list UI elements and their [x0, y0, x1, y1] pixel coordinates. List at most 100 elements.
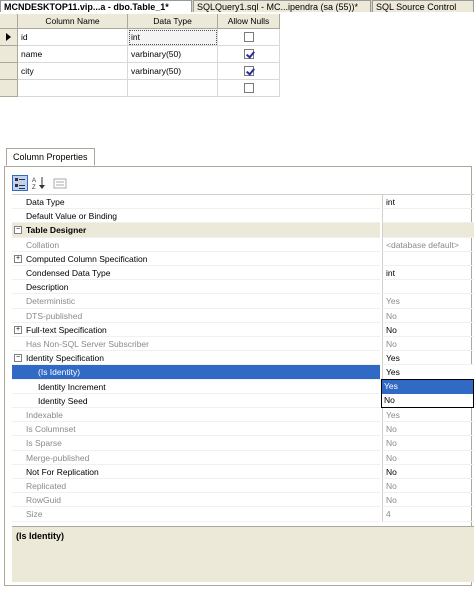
sort-az-icon: A Z	[32, 177, 45, 191]
property-value: No	[382, 422, 474, 437]
property-pages-button[interactable]	[52, 175, 68, 191]
property-row[interactable]: Has Non-SQL Server Subscriber No	[12, 337, 474, 352]
property-row[interactable]: − Table Designer	[12, 223, 474, 238]
row-selector[interactable]	[0, 29, 18, 46]
property-value[interactable]	[382, 209, 474, 224]
property-value: Yes	[382, 294, 474, 309]
allow-nulls-header: Allow Nulls	[218, 14, 280, 29]
property-row[interactable]: Data Type int	[12, 195, 474, 210]
property-name-label: Replicated	[26, 481, 67, 491]
collapse-icon[interactable]: −	[14, 354, 22, 363]
property-value: No	[382, 479, 474, 494]
property-row[interactable]: DTS-published No	[12, 308, 474, 323]
property-name-label: Identity Increment	[38, 381, 106, 392]
allow-nulls-cell[interactable]	[218, 29, 280, 46]
property-row[interactable]: − Identity Specification Yes	[12, 351, 474, 366]
data-type-cell[interactable]: int	[128, 29, 218, 46]
tab-sql-query[interactable]: SQLQuery1.sql - MC...ipendra (sa (55))*	[193, 0, 371, 12]
property-row[interactable]: Indexable Yes	[12, 408, 474, 423]
dropdown-option-yes[interactable]: Yes	[382, 380, 473, 394]
row-selector[interactable]	[0, 63, 18, 80]
property-row[interactable]: Default Value or Binding	[12, 209, 474, 224]
property-name-label: Condensed Data Type	[26, 268, 111, 278]
column-name-cell[interactable]: name	[18, 46, 128, 63]
table-row[interactable]: name varbinary(50)	[0, 46, 280, 63]
property-value[interactable]: No	[382, 464, 474, 479]
property-name-label: Identity Specification	[26, 353, 104, 364]
property-name: Indexable	[12, 408, 380, 423]
data-type-cell[interactable]: varbinary(50)	[128, 63, 218, 80]
property-value[interactable]	[382, 251, 474, 266]
property-name-label: Description	[26, 282, 69, 293]
property-name: − Table Designer	[12, 223, 380, 238]
allow-nulls-checkbox[interactable]	[243, 32, 254, 42]
allow-nulls-checkbox[interactable]	[243, 66, 254, 76]
property-row[interactable]: Description	[12, 280, 474, 295]
property-row[interactable]: Merge-published No	[12, 450, 474, 465]
property-value[interactable]	[382, 280, 474, 295]
property-row[interactable]: Replicated No	[12, 479, 474, 494]
property-name: Has Non-SQL Server Subscriber	[12, 337, 380, 352]
allow-nulls-cell[interactable]	[218, 46, 280, 63]
property-value: <database default>	[382, 237, 474, 252]
property-value[interactable]: No	[382, 322, 474, 337]
property-value: Yes	[382, 408, 474, 423]
categorized-icon	[15, 178, 25, 189]
property-value[interactable]: Yes	[382, 351, 474, 366]
property-name-label: Size	[26, 509, 43, 520]
table-row-new[interactable]	[0, 80, 280, 97]
column-name-cell[interactable]: id	[18, 29, 128, 46]
property-value[interactable]: Yes	[382, 365, 474, 380]
document-tab-strip: MCNDESKTOP11.vip...a - dbo.Table_1* SQLQ…	[0, 0, 474, 12]
column-name-cell[interactable]: city	[18, 63, 128, 80]
property-name: Merge-published	[12, 451, 380, 465]
column-name-header: Column Name	[18, 14, 128, 29]
property-name-label: Computed Column Specification	[26, 253, 148, 264]
property-value[interactable]: int	[382, 266, 474, 281]
property-name: Is Sparse	[12, 436, 380, 451]
allow-nulls-checkbox[interactable]	[243, 49, 254, 59]
collapse-icon[interactable]: −	[14, 226, 22, 235]
property-row[interactable]: RowGuid No	[12, 493, 474, 508]
allow-nulls-checkbox[interactable]	[243, 83, 254, 93]
dropdown-option-no[interactable]: No	[382, 394, 473, 408]
property-row[interactable]: + Full-text Specification No	[12, 322, 474, 337]
property-name-label: Is Sparse	[26, 438, 62, 449]
column-name-cell[interactable]	[18, 80, 128, 97]
tab-table-designer[interactable]: MCNDESKTOP11.vip...a - dbo.Table_1*	[0, 0, 192, 12]
property-value: No	[382, 308, 474, 323]
property-row[interactable]: + Computed Column Specification	[12, 251, 474, 266]
property-row[interactable]: Size 4	[12, 507, 474, 522]
property-name-label: (Is Identity)	[38, 367, 81, 378]
data-type-cell[interactable]: varbinary(50)	[128, 46, 218, 63]
row-selector[interactable]	[0, 80, 18, 97]
property-value[interactable]: int	[382, 195, 474, 210]
property-row[interactable]: (Is Identity) Yes	[12, 365, 474, 380]
property-name: − Identity Specification	[12, 351, 380, 366]
alphabetical-button[interactable]: A Z	[31, 175, 47, 191]
allow-nulls-cell[interactable]	[218, 63, 280, 80]
property-name: Description	[12, 280, 380, 295]
table-row[interactable]: id int	[0, 29, 280, 46]
property-row[interactable]: Deterministic Yes	[12, 294, 474, 309]
tab-column-properties[interactable]: Column Properties	[6, 148, 95, 166]
property-row[interactable]: Is Columnset No	[12, 422, 474, 437]
data-type-cell[interactable]	[128, 80, 218, 97]
allow-nulls-cell[interactable]	[218, 80, 280, 97]
tab-sql-source-control[interactable]: SQL Source Control	[372, 0, 474, 12]
property-value: No	[382, 337, 474, 352]
property-row[interactable]: Condensed Data Type int	[12, 266, 474, 281]
data-type-header: Data Type	[128, 14, 218, 29]
categorized-button[interactable]	[12, 175, 28, 191]
property-name-label: Collation	[26, 239, 60, 250]
is-identity-dropdown-list[interactable]: Yes No	[381, 379, 474, 408]
expand-icon[interactable]: +	[14, 325, 22, 334]
property-row[interactable]: Collation <database default>	[12, 237, 474, 252]
table-row[interactable]: city varbinary(50)	[0, 63, 280, 80]
property-row[interactable]: Is Sparse No	[12, 436, 474, 451]
property-name: Replicated	[12, 479, 380, 494]
expand-icon[interactable]: +	[14, 254, 22, 263]
row-selector[interactable]	[0, 46, 18, 63]
property-name: Size	[12, 507, 380, 522]
property-row[interactable]: Not For Replication No	[12, 464, 474, 479]
